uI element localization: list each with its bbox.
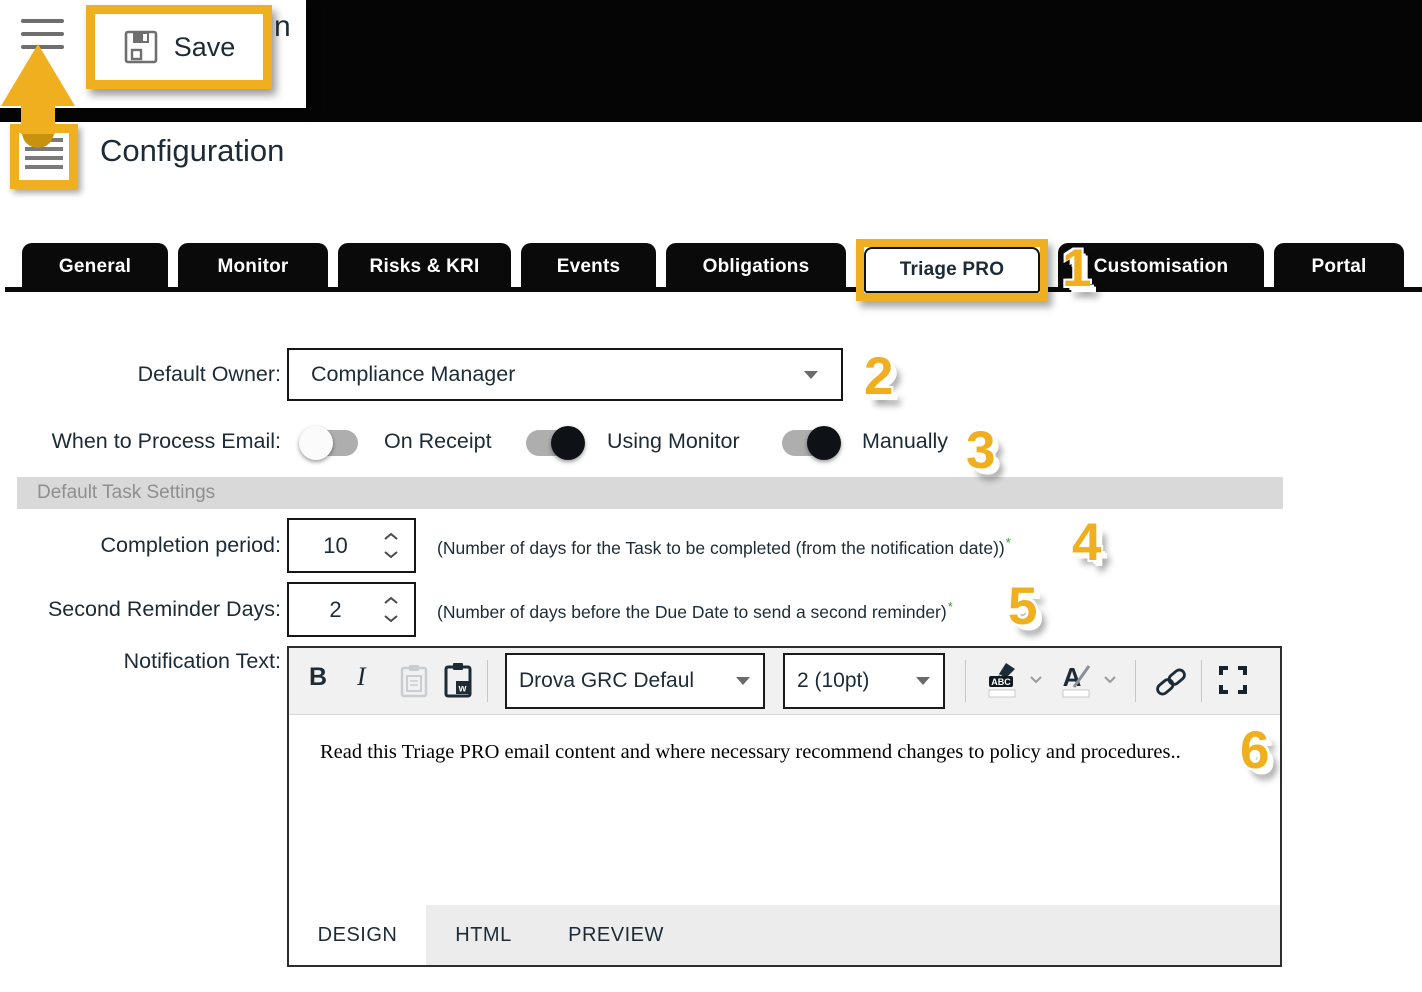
tab-triage-pro-highlight-box: Triage PRO — [856, 239, 1048, 301]
step-badge-1: 1 — [1062, 239, 1092, 298]
tab-events[interactable]: Events — [521, 243, 656, 290]
save-button-label: Save — [173, 31, 236, 62]
save-icon — [124, 30, 158, 64]
toggle-knob — [299, 426, 333, 460]
italic-button[interactable]: I — [357, 662, 366, 692]
toggle-using-monitor[interactable] — [526, 426, 585, 460]
spinner-down-icon[interactable] — [383, 550, 399, 559]
notification-text-editor: B I w Drova GRC Defaul 2 (10pt) ABC A Re… — [287, 646, 1282, 967]
font-size-select[interactable]: 2 (10pt) — [783, 653, 945, 709]
hamburger-bar — [25, 165, 63, 169]
spinner-up-icon[interactable] — [383, 532, 399, 541]
completion-period-label: Completion period: — [100, 533, 281, 557]
toggle-manually[interactable] — [782, 426, 841, 460]
step-badge-5: 5 — [1008, 577, 1038, 636]
editor-content-area[interactable]: Read this Triage PRO email content and w… — [289, 715, 1280, 905]
step-badge-6: 6 — [1240, 721, 1270, 780]
spellcheck-color-icon[interactable]: ABC — [985, 661, 1019, 701]
dropdown-caret-icon — [736, 677, 750, 685]
tab-risks-kri[interactable]: Risks & KRI — [338, 243, 511, 290]
save-button[interactable]: Save — [95, 14, 263, 80]
font-name-value: Drova GRC Defaul — [519, 669, 695, 692]
hamburger-bar — [21, 19, 64, 23]
second-reminder-value: 2 — [329, 596, 342, 622]
hint-text: (Number of days before the Due Date to s… — [437, 601, 947, 622]
toggle-knob — [807, 426, 841, 460]
completion-period-input[interactable]: 10 — [287, 518, 416, 573]
paste-from-word-icon[interactable]: w — [443, 661, 473, 699]
font-color-dropdown-chevron-icon[interactable] — [1103, 675, 1117, 684]
tab-monitor[interactable]: Monitor — [178, 243, 328, 290]
svg-text:A: A — [1063, 662, 1082, 692]
fullscreen-icon[interactable] — [1219, 666, 1247, 694]
configuration-tabbar: General Monitor Risks & KRI Events Oblig… — [22, 239, 1404, 301]
font-size-value: 2 (10pt) — [797, 669, 870, 692]
callout-arrow — [1, 44, 75, 148]
default-owner-label: Default Owner: — [137, 362, 281, 386]
spellcheck-dropdown-chevron-icon[interactable] — [1029, 675, 1043, 684]
tab-portal[interactable]: Portal — [1274, 243, 1404, 290]
hamburger-bar — [25, 156, 63, 160]
spinner-up-icon[interactable] — [383, 596, 399, 605]
notification-text-label: Notification Text: — [123, 649, 281, 673]
mode-tab-html[interactable]: HTML — [426, 905, 541, 965]
toolbar-divider — [1135, 660, 1136, 702]
bold-button[interactable]: B — [309, 663, 327, 692]
using-monitor-label: Using Monitor — [607, 429, 740, 453]
required-asterisk: * — [1005, 535, 1011, 550]
dropdown-caret-icon — [916, 677, 930, 685]
font-color-icon[interactable]: A — [1059, 661, 1093, 701]
tab-general[interactable]: General — [22, 243, 168, 290]
second-reminder-label: Second Reminder Days: — [47, 597, 281, 621]
second-reminder-input[interactable]: 2 — [287, 582, 416, 637]
hamburger-bar — [21, 32, 64, 36]
completion-period-value: 10 — [323, 532, 348, 558]
mode-tab-design[interactable]: DESIGN — [289, 905, 426, 965]
required-asterisk: * — [947, 599, 953, 614]
dropdown-caret-icon — [804, 370, 818, 379]
configuration-page: Save n Configuration General Monitor Ris… — [0, 0, 1422, 992]
process-email-label: When to Process Email: — [51, 429, 281, 453]
mode-tab-preview[interactable]: PREVIEW — [541, 905, 691, 965]
page-title: Configuration — [100, 133, 285, 168]
on-receipt-label: On Receipt — [384, 429, 492, 453]
step-badge-2: 2 — [864, 347, 894, 406]
toolbar-divider — [1201, 660, 1202, 702]
default-owner-value: Compliance Manager — [311, 362, 516, 386]
paste-icon[interactable] — [399, 663, 429, 699]
hint-text: (Number of days for the Task to be compl… — [437, 537, 1005, 558]
editor-mode-tabs: DESIGN HTML PREVIEW — [289, 905, 1280, 965]
step-badge-3: 3 — [966, 421, 996, 480]
default-task-settings-header: Default Task Settings — [17, 477, 1283, 509]
manually-label: Manually — [862, 429, 949, 453]
clipped-text-fragment: n — [274, 10, 291, 43]
second-reminder-hint: (Number of days before the Due Date to s… — [437, 599, 953, 623]
tab-obligations[interactable]: Obligations — [666, 243, 846, 290]
step-badge-4: 4 — [1072, 513, 1102, 572]
toolbar-divider — [487, 660, 488, 702]
completion-period-hint: (Number of days for the Task to be compl… — [437, 535, 1011, 559]
svg-text:ABC: ABC — [991, 677, 1011, 687]
toolbar-divider — [965, 660, 966, 702]
spinner-down-icon[interactable] — [383, 614, 399, 623]
default-owner-select[interactable]: Compliance Manager — [287, 348, 843, 401]
editor-toolbar: B I w Drova GRC Defaul 2 (10pt) ABC A — [289, 648, 1280, 715]
link-icon[interactable] — [1153, 666, 1189, 698]
toggle-on-receipt[interactable] — [299, 426, 358, 460]
save-button-highlight-box: Save — [86, 5, 272, 89]
tab-triage-pro[interactable]: Triage PRO — [864, 247, 1040, 293]
font-name-select[interactable]: Drova GRC Defaul — [505, 653, 765, 709]
editor-text: Read this Triage PRO email content and w… — [320, 741, 1181, 763]
svg-text:w: w — [458, 684, 467, 695]
toggle-knob — [551, 426, 585, 460]
